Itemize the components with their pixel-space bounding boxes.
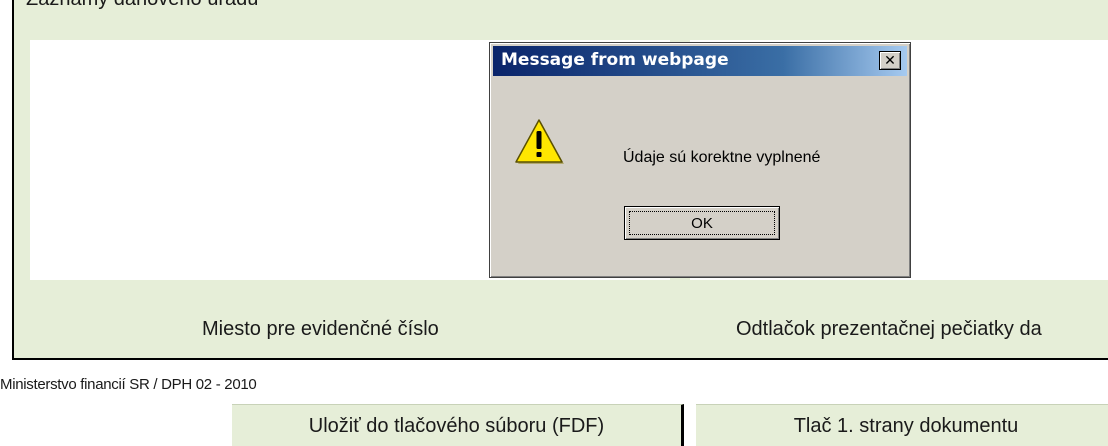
ok-button[interactable]: OK <box>624 206 780 240</box>
stamp-imprint-label: Odtlačok prezentačnej pečiatky da <box>736 318 1042 340</box>
close-icon: ✕ <box>884 52 896 69</box>
warning-icon <box>515 119 564 164</box>
registration-number-label: Miesto pre evidenčné číslo <box>202 318 439 340</box>
page: Záznamy daňového úradu Miesto pre eviden… <box>0 0 1108 446</box>
dialog-title: Message from webpage <box>501 50 729 70</box>
print-first-page-button[interactable]: Tlač 1. strany dokumentu <box>696 404 1108 446</box>
section-title: Záznamy daňového úradu <box>26 0 258 11</box>
ministry-footer: Ministerstvo financií SR / DPH 02 - 2010 <box>0 376 257 393</box>
dialog-titlebar[interactable]: Message from webpage ✕ <box>493 46 907 76</box>
message-dialog: Message from webpage ✕ Údaje sú korektne… <box>489 42 911 278</box>
save-fdf-button[interactable]: Uložiť do tlačového súboru (FDF) <box>232 404 684 446</box>
close-button[interactable]: ✕ <box>879 51 901 70</box>
dialog-message: Údaje sú korektne vyplnené <box>623 149 821 166</box>
ok-label: OK <box>691 214 713 232</box>
